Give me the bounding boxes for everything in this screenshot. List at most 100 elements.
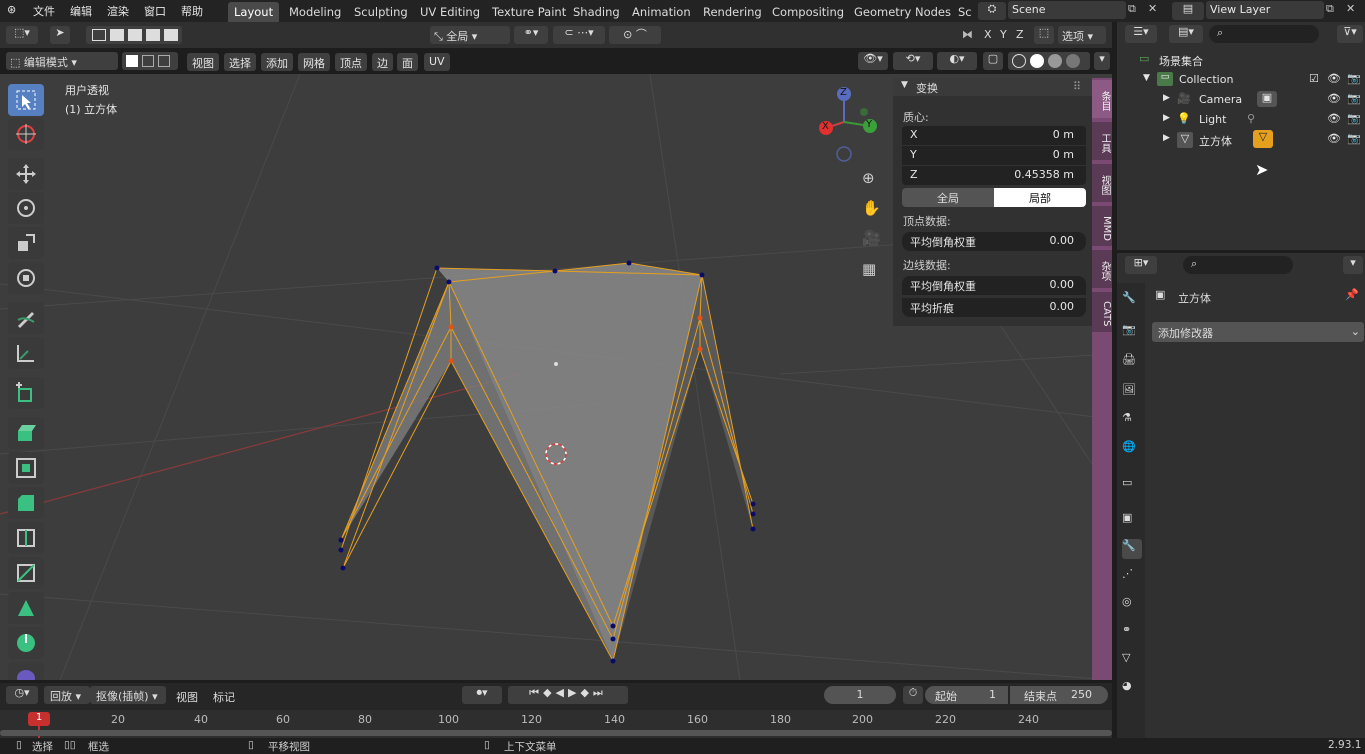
extrude-tool[interactable] (8, 417, 44, 449)
axis-z-toggle[interactable]: Z (1016, 28, 1024, 41)
mesh-object[interactable] (338, 260, 756, 664)
outliner-scene-collection[interactable]: ▭ 场景集合 (1117, 50, 1365, 70)
auto-merge-icon[interactable]: ⬚ (1034, 26, 1054, 44)
pivot-icon[interactable]: ⚭▾ (514, 26, 548, 44)
constraints-icon[interactable]: ⚭ (1122, 623, 1142, 643)
smooth-tool[interactable] (8, 662, 44, 680)
tab-compositing[interactable]: Compositing (766, 2, 850, 22)
spin-tool[interactable] (8, 627, 44, 659)
local-toggle[interactable]: 局部 (994, 188, 1086, 207)
add-cube-tool[interactable] (8, 377, 44, 409)
tab-uv-editing[interactable]: UV Editing (414, 2, 486, 22)
x-field[interactable]: X0 m (902, 126, 1086, 145)
outliner-collection[interactable]: ▼ ▭ Collection ☑ 👁 📷 (1117, 70, 1365, 90)
object-icon[interactable]: ▣ (1122, 511, 1142, 531)
xray-icon[interactable]: ▢ (983, 52, 1003, 70)
add-modifier-dropdown[interactable]: 添加修改器 ⌄ (1152, 322, 1364, 342)
select-mode-toggle[interactable] (122, 52, 178, 70)
timeline-marker-menu[interactable]: 标记 (213, 689, 235, 705)
bevel-tool[interactable] (8, 487, 44, 519)
expand-arrow-icon[interactable]: ▼ (1143, 73, 1150, 83)
menu-help[interactable]: 帮助 (181, 3, 203, 19)
gizmo-toggle-icon[interactable]: ⟲▾ (893, 52, 933, 70)
inset-tool[interactable] (8, 452, 44, 484)
menu-view[interactable]: 视图 (187, 53, 219, 71)
eye-icon[interactable]: 👁 (1327, 92, 1341, 105)
global-toggle[interactable]: 全局 (902, 188, 994, 207)
mirror-icon[interactable]: ⧓ (962, 28, 976, 42)
knife-tool[interactable] (8, 557, 44, 589)
properties-search-input[interactable]: ⌕ (1183, 256, 1293, 274)
start-frame-field[interactable]: 起始 1 (925, 686, 1008, 704)
scene-name-field[interactable]: Scene (1008, 1, 1126, 19)
vertex-bevel-weight-field[interactable]: 平均倒角权重 0.00 (902, 232, 1086, 251)
menu-face[interactable]: 面 (397, 53, 418, 71)
proportional-edit-icon[interactable]: ⊙ ⌒ (609, 26, 661, 44)
rotate-tool[interactable] (8, 192, 44, 224)
edge-bevel-weight-field[interactable]: 平均倒角权重 0.00 (902, 276, 1086, 295)
menu-file[interactable]: 文件 (33, 3, 55, 19)
collection-icon[interactable]: ▭ (1122, 476, 1142, 496)
tab-misc[interactable]: 杂项 (1092, 250, 1112, 288)
camera-render-icon[interactable]: 📷 (1347, 132, 1361, 145)
eye-icon[interactable]: 👁 (1327, 132, 1341, 145)
move-tool[interactable] (8, 158, 44, 190)
object-data-icon[interactable]: ▽ (1122, 651, 1142, 671)
outliner-item-light[interactable]: ▶ 💡 Light ⚲ 👁 📷 (1117, 110, 1365, 130)
expand-arrow-icon[interactable]: ▶ (1163, 93, 1170, 103)
particles-icon[interactable]: ⋰ (1122, 567, 1142, 587)
axis-y-toggle[interactable]: Y (1000, 28, 1007, 41)
tool-settings-icon[interactable]: 🔧 (1122, 291, 1142, 311)
pin-icon[interactable]: 📌 (1345, 288, 1359, 301)
pan-hand-icon[interactable]: ✋ (862, 199, 881, 217)
menu-mesh[interactable]: 网格 (298, 53, 330, 71)
outliner-item-camera[interactable]: ▶ 🎥 Camera ▣ 👁 📷 (1117, 90, 1365, 110)
view-layer-field[interactable]: View Layer (1206, 1, 1324, 19)
properties-editor-icon[interactable]: ⊞▾ (1125, 256, 1157, 274)
world-icon[interactable]: 🌐 (1122, 440, 1142, 460)
view-layer-icon[interactable]: ▤ (1172, 2, 1204, 20)
eye-icon[interactable]: 👁 (1327, 112, 1341, 125)
editor-type-icon[interactable]: ⬚▾ (6, 26, 38, 44)
menu-vertex[interactable]: 顶点 (335, 53, 367, 71)
panel-header[interactable]: ▼ 变换 ⠿ (893, 78, 1093, 96)
ortho-grid-icon[interactable]: ▦ (862, 260, 876, 278)
keying-dropdown[interactable]: 抠像(插帧) ▾ (90, 686, 166, 704)
mode-dropdown[interactable]: ⬚ 编辑模式 ▾ (6, 52, 118, 70)
outliner-search-input[interactable]: ⌕ (1209, 25, 1319, 43)
timeline-view-menu[interactable]: 视图 (176, 689, 198, 705)
snap-icon[interactable]: ⊂ ⋯▾ (553, 26, 605, 44)
menu-uv[interactable]: UV (424, 53, 450, 71)
tab-texture-paint[interactable]: Texture Paint (486, 2, 572, 22)
orientation-dropdown[interactable]: ⤡ 全局 ▾ (430, 26, 510, 44)
timeline-editor-icon[interactable]: ◷▾ (6, 686, 38, 704)
outliner-editor-icon[interactable]: ☰▾ (1125, 25, 1157, 43)
tab-layout[interactable]: Layout (228, 2, 280, 22)
cursor-tool-icon[interactable]: ➤ (50, 26, 70, 44)
select-mode-buttons[interactable] (86, 26, 182, 44)
material-icon[interactable]: ◕ (1122, 679, 1142, 699)
menu-select[interactable]: 选择 (224, 53, 256, 71)
menu-render[interactable]: 渲染 (107, 3, 129, 19)
mesh-data-icon[interactable]: ▽ (1253, 130, 1273, 148)
close-scene-icon[interactable]: ✕ (1148, 2, 1164, 18)
light-data-icon[interactable]: ⚲ (1247, 112, 1255, 125)
timeline-scrollbar[interactable] (0, 730, 1112, 736)
menu-edit[interactable]: 编辑 (70, 3, 92, 19)
menu-window[interactable]: 窗口 (144, 3, 166, 19)
tab-animation[interactable]: Animation (626, 2, 697, 22)
menu-add[interactable]: 添加 (261, 53, 293, 71)
expand-arrow-icon[interactable]: ▶ (1163, 113, 1170, 123)
shading-buttons[interactable] (1008, 52, 1090, 70)
cursor-tool[interactable] (8, 118, 44, 150)
close-layer-icon[interactable]: ✕ (1346, 2, 1362, 18)
render-icon[interactable]: 📷 (1122, 323, 1142, 343)
properties-options-icon[interactable]: ▾ (1343, 256, 1363, 274)
tab-item[interactable]: 条目 (1092, 80, 1112, 118)
transform-tool[interactable] (8, 262, 44, 294)
annotate-tool[interactable] (8, 302, 44, 334)
display-mode-icon[interactable]: ▤▾ (1169, 25, 1203, 43)
tab-tool[interactable]: 工具 (1092, 122, 1112, 160)
camera-render-icon[interactable]: 📷 (1347, 72, 1361, 85)
playback-controls[interactable]: ⏮◆◀▶◆⏭ (508, 686, 628, 704)
